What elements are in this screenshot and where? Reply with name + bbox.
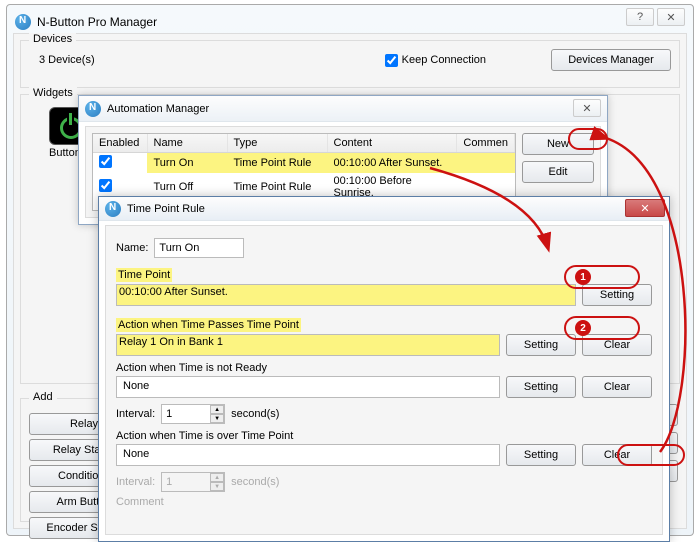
cell-name: Turn On [147,152,227,173]
time-point-label: Time Point [116,268,172,282]
not-ready-setting-button[interactable]: Setting [506,376,576,398]
comment-label: Comment [116,496,652,508]
close-button[interactable]: ✕ [657,8,685,26]
not-ready-value: None [116,376,500,398]
not-ready-clear-button[interactable]: Clear [582,376,652,398]
keep-connection-input[interactable] [385,54,398,67]
col-comment[interactable]: Commen [457,134,515,152]
close-icon: ✕ [582,102,591,115]
automation-manager-title: Automation Manager [107,103,209,115]
am-close-button[interactable]: ✕ [573,99,601,117]
device-count: 3 Device(s) [39,54,95,66]
row-enabled-checkbox[interactable] [99,179,112,192]
app-icon [105,201,121,217]
edit-rule-button[interactable]: Edit [522,161,594,183]
app-icon [15,14,31,30]
over-setting-button[interactable]: Setting [506,444,576,466]
seconds-label: second(s) [231,408,279,420]
help-icon: ? [637,11,643,23]
action-passes-setting-button[interactable]: Setting [506,334,576,356]
cell-content: 00:10:00 After Sunset. [327,152,457,173]
close-icon: ✕ [666,11,675,24]
new-rule-button[interactable]: New [522,133,594,155]
over-clear-button[interactable]: Clear [582,444,652,466]
interval-label: Interval: [116,408,155,420]
time-point-value: 00:10:00 After Sunset. [116,284,576,306]
titlebar: N-Button Pro Manager ? ✕ [7,5,693,33]
interval-input-2 [162,473,210,491]
time-point-rule-window: Time Point Rule ✕ Name: Time Point 00:10… [98,196,670,542]
over-label: Action when Time is over Time Point [116,430,652,442]
action-passes-value: Relay 1 On in Bank 1 [116,334,500,356]
time-point-setting-button[interactable]: Setting [582,284,652,306]
spin-up: ▲ [210,473,224,482]
cell-type: Time Point Rule [227,152,327,173]
interval-spinner[interactable]: ▲▼ [161,404,225,424]
app-icon [85,101,101,117]
seconds-label-2: second(s) [231,476,279,488]
interval-spinner-2: ▲▼ [161,472,225,492]
col-enabled[interactable]: Enabled [93,134,147,152]
interval-input[interactable] [162,405,210,423]
window-title: N-Button Pro Manager [37,15,157,29]
not-ready-label: Action when Time is not Ready [116,362,652,374]
widgets-group-title: Widgets [29,87,77,99]
action-passes-label: Action when Time Passes Time Point [116,318,301,332]
tpr-title-text: Time Point Rule [127,203,205,215]
tpr-titlebar: Time Point Rule ✕ [99,197,669,221]
table-row[interactable]: Turn On Time Point Rule 00:10:00 After S… [93,152,515,173]
help-button[interactable]: ? [626,8,654,26]
keep-connection-label: Keep Connection [402,54,486,66]
row-enabled-checkbox[interactable] [99,155,112,168]
table-header: Enabled Name Type Content Commen [93,134,515,152]
automation-manager-titlebar: Automation Manager ✕ [79,96,607,122]
col-content[interactable]: Content [327,134,457,152]
spin-down[interactable]: ▼ [210,414,224,423]
over-value: None [116,444,500,466]
spin-down: ▼ [210,482,224,491]
name-label: Name: [116,242,148,254]
interval-label-2: Interval: [116,476,155,488]
name-input[interactable] [154,238,244,258]
close-icon: ✕ [640,202,649,215]
col-type[interactable]: Type [227,134,327,152]
devices-group: Devices 3 Device(s) Keep Connection Devi… [20,40,680,88]
tpr-close-button[interactable]: ✕ [625,199,665,217]
devices-group-title: Devices [29,33,76,45]
devices-manager-button[interactable]: Devices Manager [551,49,671,71]
spin-up[interactable]: ▲ [210,405,224,414]
keep-connection-checkbox[interactable]: Keep Connection [385,54,486,67]
add-group-title: Add [29,391,57,403]
action-passes-clear-button[interactable]: Clear [582,334,652,356]
col-name[interactable]: Name [147,134,227,152]
